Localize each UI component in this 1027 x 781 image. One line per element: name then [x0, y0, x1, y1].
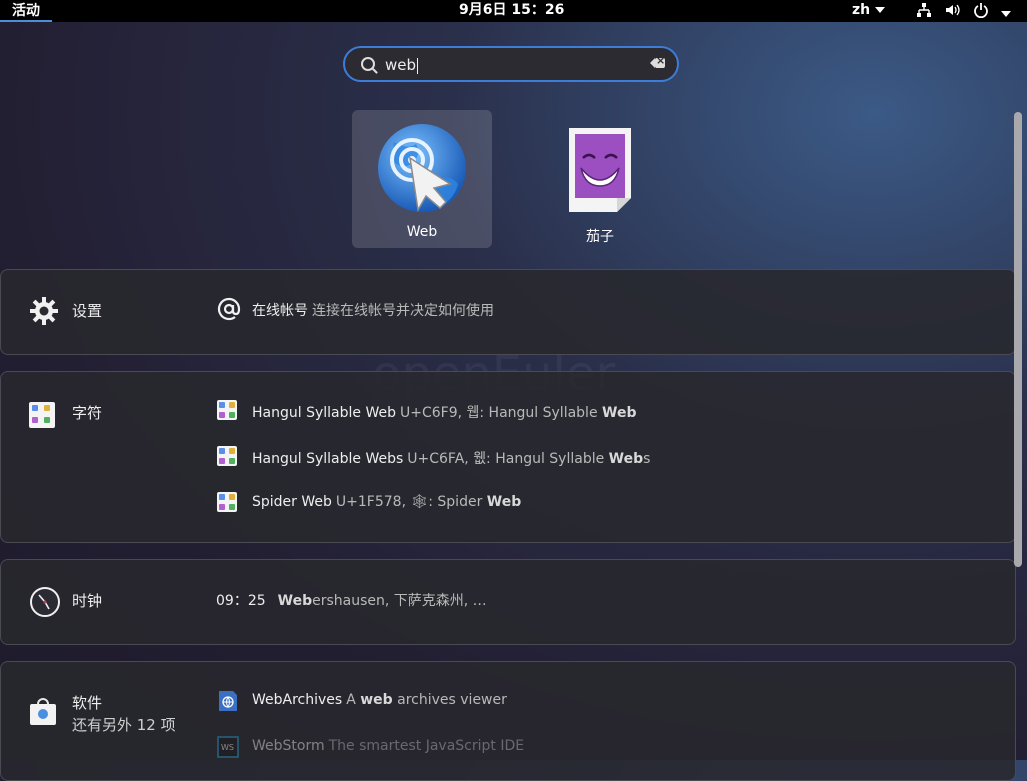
clock-app-icon[interactable]: [29, 586, 61, 622]
web-browser-icon: [378, 124, 466, 213]
svg-text:WS: WS: [221, 743, 234, 752]
provider-title: 设置: [72, 302, 103, 320]
chevron-down-icon: [875, 7, 886, 13]
at-sign-icon: [217, 297, 241, 325]
settings-gear-icon[interactable]: [29, 296, 59, 330]
cheese-icon: [569, 128, 631, 212]
software-results-panel: 软件 还有另外 12 项 WebArchives A web archives v…: [0, 661, 1016, 781]
software-result[interactable]: WebArchives A web archives viewer: [252, 692, 507, 708]
app-result-cheese[interactable]: 茄子: [530, 110, 670, 248]
app-result-web[interactable]: Web: [352, 110, 492, 248]
network-icon[interactable]: [916, 0, 932, 20]
lang-label: zh: [852, 2, 871, 18]
result-desc: The smartest JavaScript IDE: [328, 738, 525, 754]
top-bar: 活动 9月6日 15：26 zh: [0, 0, 1027, 22]
result-desc: U+1F578, 🕸: Spider Web: [335, 494, 522, 510]
more-results-label[interactable]: 还有另外 12 项: [72, 714, 176, 735]
input-language-menu[interactable]: zh: [852, 0, 886, 20]
result-desc: A web archives viewer: [346, 692, 507, 708]
clocks-results-panel: 时钟 09：25 Webershausen, 下萨克森州, …: [0, 559, 1016, 645]
activities-button[interactable]: 活动: [0, 0, 52, 22]
power-menu[interactable]: [973, 0, 1012, 20]
globe-icon: [217, 690, 239, 716]
provider-title: 软件: [72, 694, 103, 712]
power-icon: [974, 3, 988, 19]
results-scrollbar[interactable]: [1014, 112, 1022, 567]
app-name: Web: [406, 224, 438, 240]
software-app-icon[interactable]: [29, 696, 57, 730]
character-result[interactable]: Hangul Syllable Webs U+C6FA, 웺: Hangul Sy…: [252, 448, 650, 468]
result-title: 在线帐号: [252, 303, 308, 319]
clock-time: 09：25: [216, 593, 266, 609]
settings-results-panel: 设置 在线帐号 连接在线帐号并决定如何使用: [0, 269, 1016, 355]
search-icon: [361, 57, 375, 71]
clock-result[interactable]: 09：25 Webershausen, 下萨克森州, …: [216, 590, 487, 610]
result-title: WebArchives: [252, 692, 343, 708]
result-title: Hangul Syllable Webs: [252, 451, 404, 467]
chevron-down-icon: [1001, 11, 1012, 17]
webstorm-icon: WS: [217, 736, 239, 762]
character-result[interactable]: Hangul Syllable Web U+C6F9, 웹: Hangul Syl…: [252, 402, 636, 422]
character-result[interactable]: Spider Web U+1F578, 🕸: Spider Web: [252, 494, 521, 510]
clock-location: Webershausen, 下萨克森州, …: [277, 593, 487, 609]
provider-title: 字符: [72, 404, 103, 422]
search-value: web: [385, 56, 419, 74]
settings-result-online-accounts[interactable]: 在线帐号 连接在线帐号并决定如何使用: [252, 300, 494, 320]
software-result[interactable]: WebStorm The smartest JavaScript IDE: [252, 738, 524, 754]
result-desc: U+C6F9, 웹: Hangul Syllable Web: [399, 405, 637, 421]
result-title: Spider Web: [252, 494, 332, 510]
search-input[interactable]: web ×: [343, 46, 679, 82]
provider-title: 时钟: [72, 592, 103, 610]
clear-search-icon[interactable]: ×: [650, 54, 665, 68]
clock-menu[interactable]: 9月6日 15：26: [459, 0, 564, 20]
result-desc: U+C6FA, 웺: Hangul Syllable Webs: [407, 451, 651, 467]
volume-icon[interactable]: [944, 0, 960, 20]
characters-results-panel: 字符 Hangul Syllable Web U+C6F9, 웹: Hangul …: [0, 371, 1016, 543]
result-desc: 连接在线帐号并决定如何使用: [312, 303, 494, 319]
result-title: Hangul Syllable Web: [252, 405, 396, 421]
app-name: 茄子: [586, 229, 614, 245]
result-title: WebStorm: [252, 738, 325, 754]
